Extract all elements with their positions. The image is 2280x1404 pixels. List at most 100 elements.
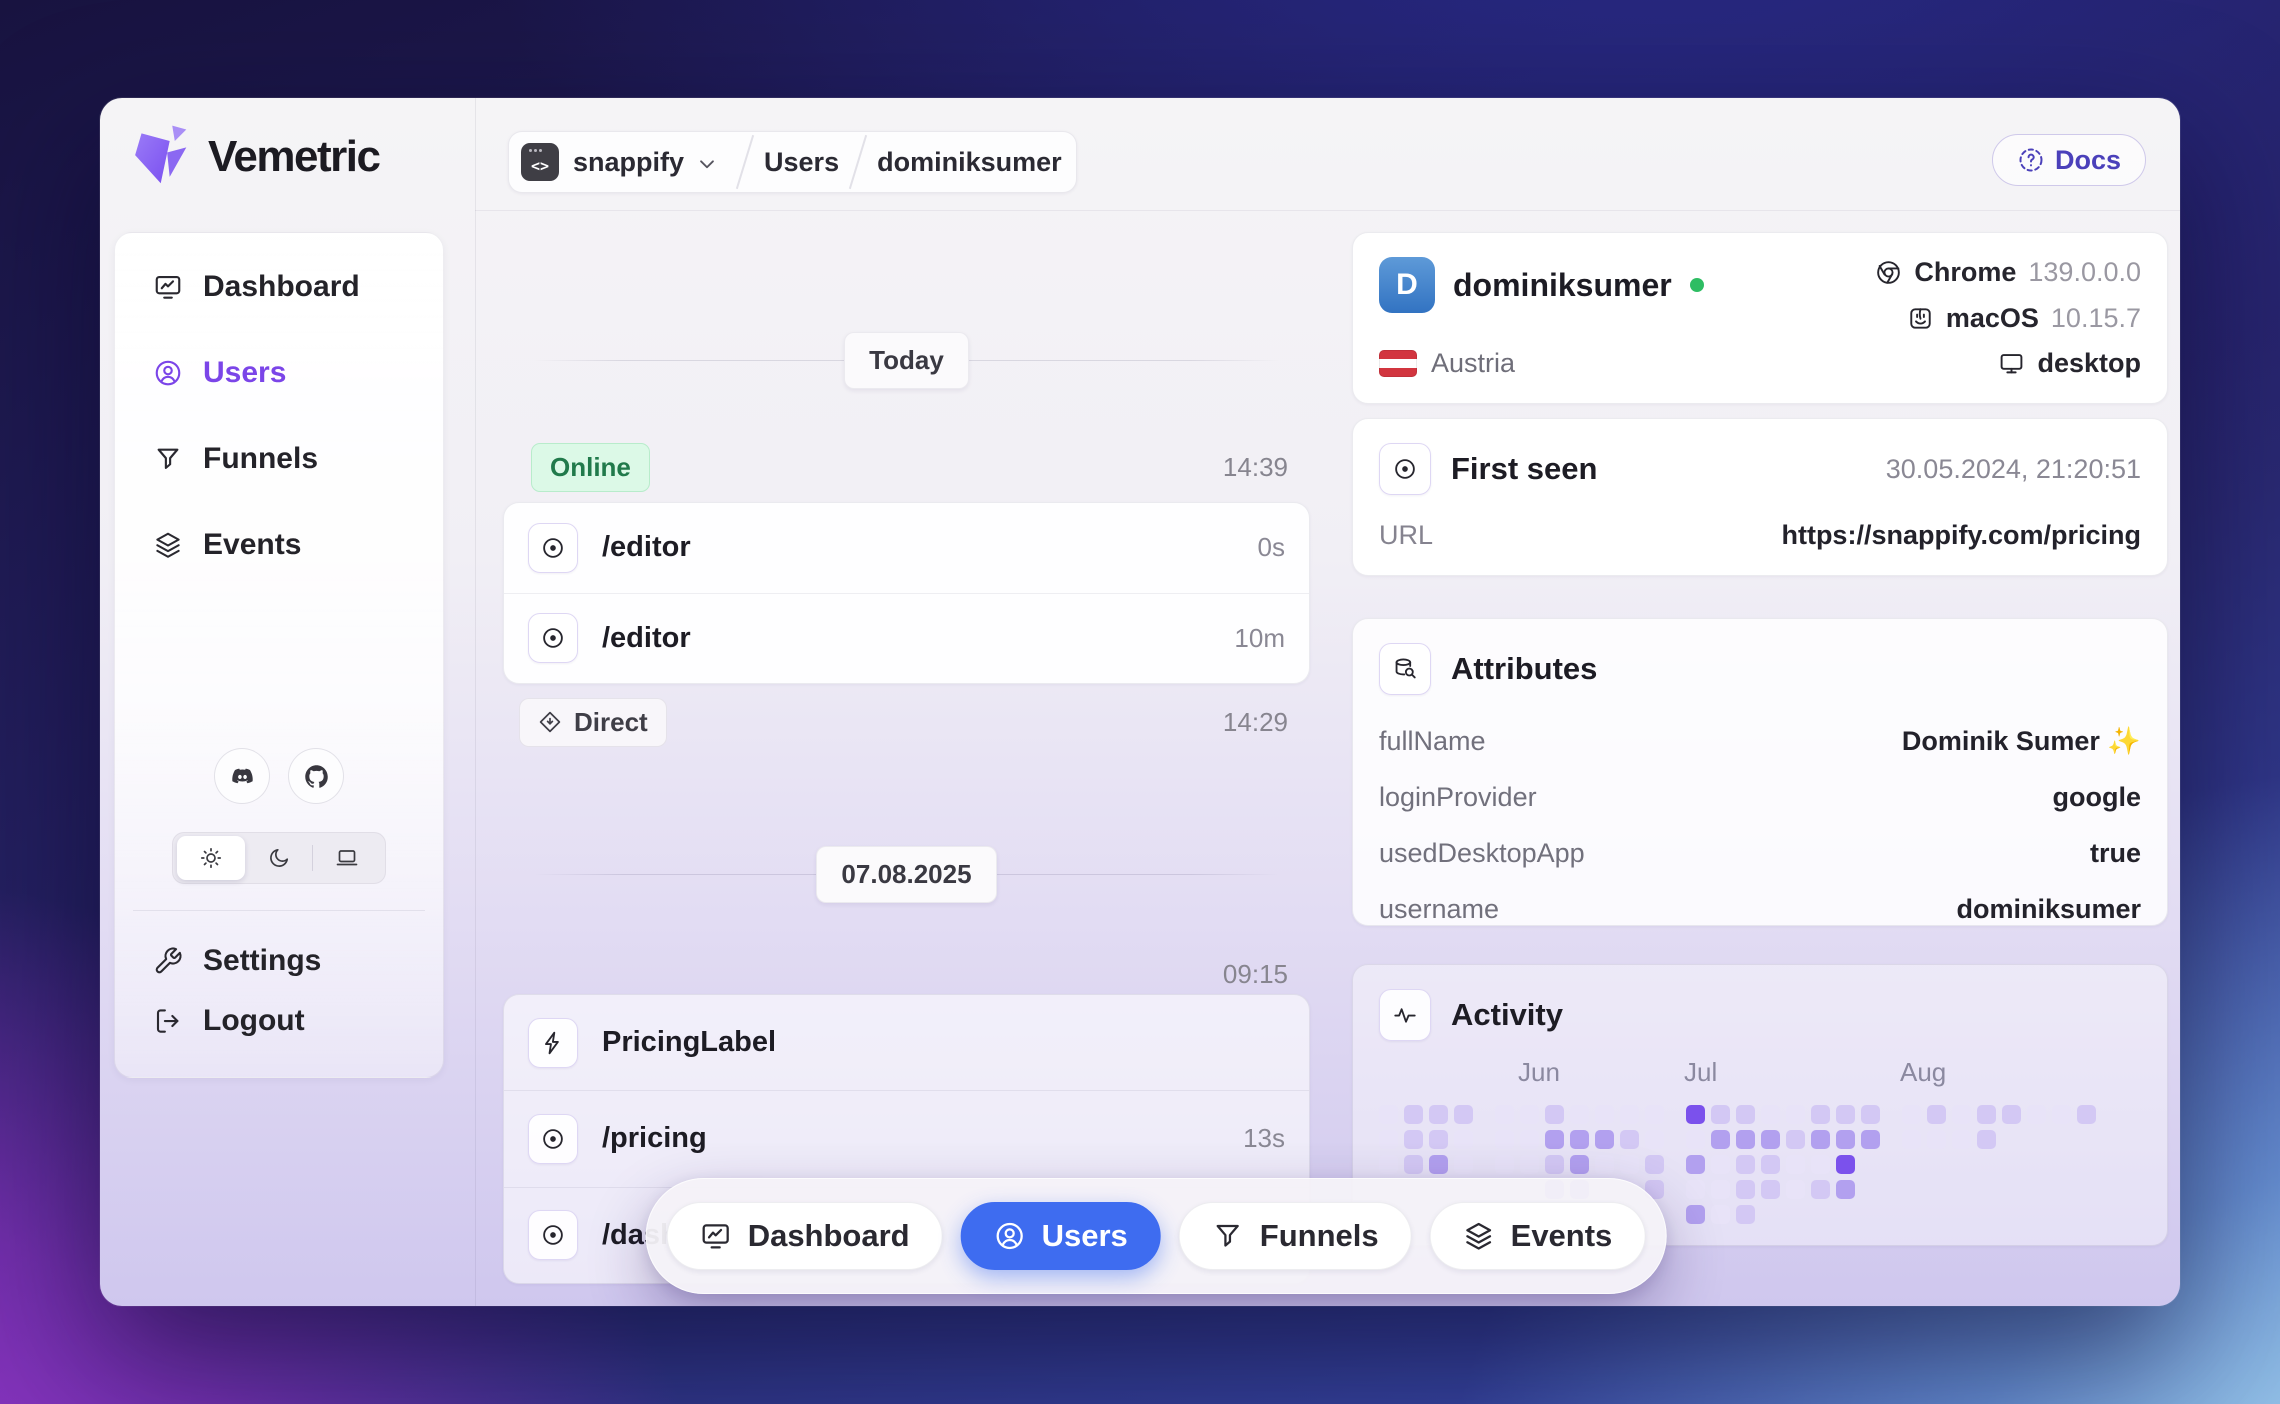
heatmap-month-label: Aug	[1900, 1057, 1947, 1087]
os-info: macOS 10.15.7	[1907, 303, 2141, 334]
heatmap-cell	[1545, 1130, 1564, 1149]
chevron-down-icon[interactable]	[694, 151, 720, 177]
discord-button[interactable]	[214, 748, 270, 804]
theme-option-dark[interactable]	[245, 836, 313, 880]
timeline-date-row: Today	[503, 331, 1310, 389]
attributes-title: Attributes	[1451, 651, 1598, 686]
event-icon-chip	[528, 613, 578, 664]
breadcrumb-current-user: dominiksumer	[877, 146, 1062, 177]
sidebar-item-events[interactable]: Events	[137, 515, 421, 575]
heatmap-cell	[1761, 1130, 1780, 1149]
heatmap-cell	[1620, 1130, 1639, 1149]
first-seen-datetime: 30.05.2024, 21:20:51	[1885, 453, 2141, 484]
heatmap-row	[1379, 1155, 2141, 1180]
heatmap-month-label: Jul	[1684, 1057, 1718, 1087]
heatmap-cell	[1620, 1155, 1639, 1174]
theme-toggle[interactable]	[172, 832, 386, 884]
timeline-date-row: 07.08.2025	[503, 845, 1310, 903]
session-last-time: 14:39	[1222, 451, 1288, 482]
heatmap-cell	[1836, 1105, 1855, 1124]
heatmap-cell	[1495, 1155, 1514, 1174]
heatmap-cell	[1686, 1180, 1705, 1199]
first-seen-title: First seen	[1451, 451, 1598, 486]
session-timeline: Today Online 14:39/editor 0s/editor 10m Direc…	[503, 210, 1310, 1306]
heatmap-cell	[1736, 1180, 1755, 1199]
funnel-icon	[153, 444, 183, 474]
theme-option-light[interactable]	[177, 836, 245, 880]
logout-label: Logout	[203, 1004, 305, 1037]
sidebar-item-funnels[interactable]: Funnels	[137, 429, 421, 489]
heatmap-cell	[1786, 1155, 1805, 1174]
heatmap-cell	[1520, 1105, 1539, 1124]
breadcrumb-section-users[interactable]: Users	[764, 147, 839, 178]
theme-option-system[interactable]	[313, 836, 381, 880]
floating-nav-label: Users	[1041, 1218, 1128, 1253]
heatmap-cell	[1736, 1205, 1755, 1224]
event-icon-chip	[528, 1017, 578, 1068]
event-row[interactable]: PricingLabel	[504, 995, 1309, 1090]
attribute-key: username	[1379, 893, 1500, 924]
docs-button[interactable]: Docs	[1991, 134, 2146, 186]
os-name: macOS	[1945, 302, 2039, 333]
funnel-icon	[1212, 1220, 1244, 1252]
heatmap-cell	[1454, 1155, 1473, 1174]
os-version: 10.15.7	[2050, 302, 2141, 333]
heatmap-cell	[2002, 1105, 2021, 1124]
sidebar-item-users[interactable]: Users	[137, 343, 421, 403]
database-search-icon	[1379, 643, 1431, 695]
eye-icon	[540, 1222, 566, 1248]
heatmap-cell	[1379, 1105, 1398, 1124]
session-status-row: Online 14:39	[503, 442, 1310, 492]
social-links	[137, 748, 421, 804]
discord-icon	[229, 763, 256, 790]
event-icon-chip	[528, 1113, 578, 1164]
browser-version: 139.0.0.0	[2028, 257, 2141, 287]
event-row[interactable]: /pricing 13s	[504, 1090, 1309, 1186]
event-row[interactable]: /editor 0s	[504, 503, 1309, 593]
sidebar-item-settings[interactable]: Settings	[137, 931, 421, 991]
chrome-icon	[1875, 259, 1902, 286]
heatmap-cell	[1811, 1130, 1830, 1149]
sidebar-item-logout[interactable]: Logout	[137, 991, 421, 1051]
github-button[interactable]	[288, 748, 344, 804]
sidebar-bottom: Settings Logout	[133, 748, 425, 1051]
heatmap-cell	[1495, 1130, 1514, 1149]
heatmap-cell	[1379, 1130, 1398, 1149]
event-duration: 10m	[1234, 622, 1285, 653]
event-label: PricingLabel	[602, 1026, 777, 1059]
attributes-list: fullName Dominik Sumer ✨ loginProvider goog…	[1379, 713, 2141, 937]
first-seen-url: https://snappify.com/pricing	[1781, 520, 2141, 550]
heatmap-cell	[1686, 1205, 1705, 1224]
layers-icon	[1463, 1220, 1495, 1252]
eye-icon	[540, 1126, 566, 1152]
heatmap-cell	[1927, 1130, 1946, 1149]
session-time-row: 09:15	[503, 956, 1310, 992]
heatmap-cell	[1711, 1130, 1730, 1149]
attribute-value: dominiksumer	[1956, 893, 2141, 924]
event-row[interactable]: /editor 10m	[504, 592, 1309, 684]
attribute-value: true	[2089, 837, 2141, 868]
browser-name: Chrome	[1914, 257, 2017, 287]
attribute-row: username dominiksumer	[1379, 881, 2141, 937]
users-icon	[994, 1220, 1026, 1252]
heatmap-cell	[1429, 1155, 1448, 1174]
heatmap-row	[1379, 1105, 2141, 1130]
date-pill: Today	[844, 331, 969, 389]
heatmap-cell	[1977, 1105, 1996, 1124]
floating-nav-label: Events	[1510, 1218, 1613, 1253]
wrench-icon	[153, 946, 183, 976]
heatmap-cell	[1786, 1180, 1805, 1199]
heatmap-cell	[1711, 1205, 1730, 1224]
floating-nav-label: Funnels	[1259, 1218, 1379, 1253]
floating-nav-events[interactable]: Events	[1429, 1202, 1646, 1270]
session-source-row: Direct 14:29	[503, 697, 1310, 747]
floating-nav-dashboard[interactable]: Dashboard	[666, 1202, 943, 1270]
attribute-key: usedDesktopApp	[1379, 837, 1585, 868]
floating-nav-users[interactable]: Users	[960, 1202, 1161, 1270]
sidebar-section-divider	[133, 910, 425, 911]
breadcrumb-project[interactable]: snappify	[573, 147, 684, 178]
sidebar-item-dashboard[interactable]: Dashboard	[137, 257, 421, 317]
floating-nav-funnels[interactable]: Funnels	[1178, 1202, 1412, 1270]
monitor-icon	[1998, 350, 2025, 377]
moon-icon	[267, 846, 291, 870]
